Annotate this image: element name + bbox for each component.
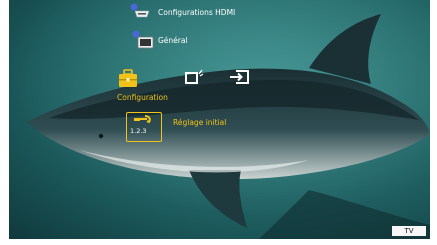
general-label: Général: [158, 36, 188, 45]
wrench-icon: 1.2.3: [130, 127, 147, 135]
hdmi-settings-label: Configurations HDMI: [158, 8, 236, 17]
general-item[interactable]: Général: [158, 36, 188, 45]
initial-setup-item[interactable]: Réglage initial: [173, 118, 226, 127]
initial-setup-label: Réglage initial: [173, 118, 227, 127]
hdmi-port-icon: [130, 3, 152, 21]
tv-signal-icon[interactable]: [184, 68, 204, 86]
tv-mode-badge: TV: [392, 226, 426, 236]
tv-menu-screen: Configurations HDMI Général Configuratio…: [9, 0, 430, 239]
configuration-label: Configuration: [117, 93, 168, 102]
tv-screen-icon: [132, 30, 154, 50]
screen: Configurations HDMI Général Configuratio…: [0, 0, 437, 245]
initial-setup-tile[interactable]: 1.2.3: [126, 112, 162, 142]
input-source-icon[interactable]: [228, 68, 250, 86]
toolbox-icon[interactable]: [118, 68, 138, 90]
configuration-category[interactable]: Configuration: [117, 93, 168, 102]
hdmi-settings-item[interactable]: Configurations HDMI: [158, 8, 235, 17]
